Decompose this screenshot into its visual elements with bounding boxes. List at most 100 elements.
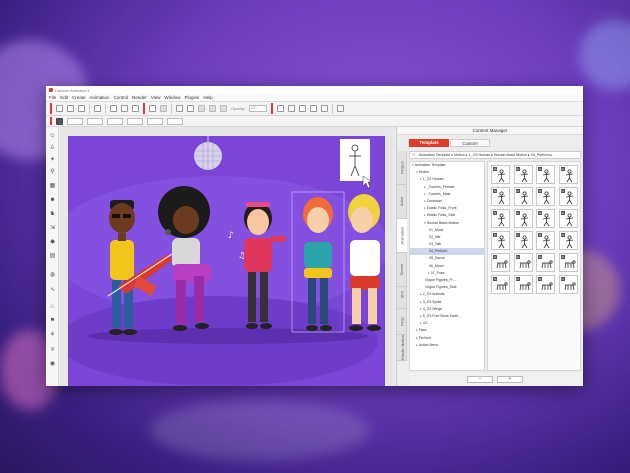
stage-canvas[interactable]: ♪ ♫	[68, 136, 385, 386]
menu-create[interactable]: Create	[72, 95, 86, 100]
pose-tool-icon[interactable]: ⚘	[49, 332, 56, 339]
transform-tool-icon[interactable]: ⇲	[49, 225, 56, 232]
tree-item[interactable]: 05_Dance	[410, 255, 484, 262]
motion-thumbnail[interactable]: G	[536, 187, 555, 206]
motion-thumbnail[interactable]: G	[558, 253, 578, 272]
rotation-field[interactable]	[107, 117, 123, 125]
collapsed-arrow-icon[interactable]: ▸	[416, 343, 418, 347]
collapsed-arrow-icon[interactable]: ▸	[420, 292, 422, 296]
remove-button[interactable]: −	[467, 376, 493, 383]
layer-tool-icon[interactable]: ▤	[49, 253, 56, 260]
new-project-icon[interactable]	[56, 105, 63, 112]
unlink-icon[interactable]	[209, 105, 216, 112]
motion-thumbnail[interactable]: G	[491, 209, 510, 228]
side-tab-project[interactable]: Project	[397, 151, 407, 185]
view-icon[interactable]	[336, 105, 344, 112]
collapsed-arrow-icon[interactable]: ▸	[424, 192, 426, 196]
motion-thumbnail[interactable]: G	[491, 275, 510, 294]
actor-tool-icon[interactable]: ☺	[49, 133, 56, 140]
tree-item[interactable]: ▾Animation Template	[410, 162, 484, 169]
motion-thumbnail[interactable]: G	[558, 187, 578, 206]
side-tab-prop[interactable]: Prop	[397, 309, 407, 335]
tree-item[interactable]: ▸_Toonies_Male	[410, 191, 484, 198]
collapsed-arrow-icon[interactable]: ▸	[420, 307, 422, 311]
tree-item[interactable]: ▸5_G3 Free Bone Earth...	[410, 313, 484, 320]
scale-x-field[interactable]	[127, 117, 143, 125]
depth-field[interactable]	[167, 117, 183, 125]
tree-item[interactable]: ▾1_G3 Human	[410, 176, 484, 183]
render-tool-icon[interactable]: ◉	[49, 361, 56, 368]
timeline-tool-icon[interactable]: ▦	[49, 183, 56, 190]
tab-template[interactable]: Template	[409, 139, 449, 147]
menu-file[interactable]: File	[49, 95, 56, 100]
expanded-arrow-icon[interactable]: ▾	[424, 221, 426, 225]
menu-window[interactable]: Window	[165, 95, 181, 100]
tree-item[interactable]: ▸2_G3 Animals	[410, 291, 484, 298]
side-tab-actor[interactable]: Actor	[397, 185, 407, 219]
import-icon[interactable]	[94, 105, 101, 112]
reset-icon[interactable]	[309, 105, 317, 112]
puppet-tool-icon[interactable]: ♞	[49, 211, 56, 218]
tree-item[interactable]: ▸Face	[410, 327, 484, 334]
expanded-arrow-icon[interactable]: ▾	[420, 177, 422, 181]
sprite-tool-icon[interactable]: ✦	[49, 157, 56, 164]
menu-control[interactable]: Control	[114, 95, 129, 100]
tree-item[interactable]: ▸Elastic Folks_Side	[410, 212, 484, 219]
select-icon[interactable]	[176, 105, 183, 112]
motion-thumbnail[interactable]: G	[536, 165, 555, 184]
menu-render[interactable]: Render	[132, 95, 147, 100]
tree-item[interactable]: 06_Mood	[410, 263, 484, 270]
motion-thumbnail[interactable]: G	[513, 253, 533, 272]
motion-tool-icon[interactable]: ♙	[49, 145, 56, 152]
morph-tool-icon[interactable]: ⌾	[49, 347, 56, 354]
collapsed-arrow-icon[interactable]: ▸	[424, 213, 426, 217]
tree-item[interactable]: ▸_Toonies_Female	[410, 184, 484, 191]
tree-item[interactable]: ▾Motion	[410, 169, 484, 176]
tree-item[interactable]: ▸Caveman	[410, 198, 484, 205]
opacity-field[interactable]: 100	[248, 105, 267, 112]
content-path-bar[interactable]: ⟲ Animation Template ▸ Motion ▸ 1_G3 Hum…	[409, 151, 581, 159]
tree-item[interactable]: Vogue Figures_Fr...	[410, 277, 484, 284]
collapsed-arrow-icon[interactable]: ▸	[420, 300, 422, 304]
pen-icon[interactable]	[220, 105, 227, 112]
motion-thumbnail[interactable]: G	[491, 231, 510, 250]
tree-item[interactable]: Vogue Figures_Side	[410, 284, 484, 291]
menu-view[interactable]: View	[151, 95, 161, 100]
motion-thumbnail[interactable]: G	[491, 253, 510, 272]
motion-thumbnail[interactable]: G	[513, 275, 533, 294]
motion-thumbnail[interactable]: G	[558, 165, 578, 184]
side-tab-animation[interactable]: Animation	[397, 219, 407, 253]
tree-item[interactable]: ▸Action Menu	[410, 342, 484, 349]
scale-y-field[interactable]	[147, 117, 163, 125]
collapsed-arrow-icon[interactable]: ▸	[424, 206, 426, 210]
walk-tool-icon[interactable]: ♘	[49, 304, 56, 311]
tree-item[interactable]: ▸G2	[410, 320, 484, 327]
position-x-field[interactable]	[67, 117, 83, 125]
motion-thumbnail[interactable]: G	[513, 231, 533, 250]
keyframe-tool-icon[interactable]: ◆	[49, 239, 56, 246]
expanded-arrow-icon[interactable]: ▾	[412, 163, 414, 167]
side-tab-sfx[interactable]: SFX	[397, 281, 407, 309]
stage-mode-icon[interactable]	[110, 105, 117, 112]
menu-edit[interactable]: Edit	[60, 95, 68, 100]
motion-thumbnail[interactable]: G	[513, 165, 533, 184]
tree-item[interactable]: 02_Idle	[410, 234, 484, 241]
tab-custom[interactable]: Custom	[450, 139, 490, 147]
tree-item[interactable]: 03_Talk	[410, 241, 484, 248]
motion-thumbnail[interactable]: G	[558, 231, 578, 250]
add-button[interactable]: +	[497, 376, 523, 383]
motion-thumbnail[interactable]: G	[513, 187, 533, 206]
tree-item[interactable]: ▾Human Basic Motion	[410, 220, 484, 227]
motion-thumbnail[interactable]: G	[536, 231, 555, 250]
tree-item[interactable]: ▸Elastic Folks_Front	[410, 205, 484, 212]
menu-plugins[interactable]: Plugins	[185, 95, 200, 100]
open-project-icon[interactable]	[67, 105, 74, 112]
collapsed-arrow-icon[interactable]: ▸	[416, 336, 418, 340]
menu-help[interactable]: Help	[203, 95, 212, 100]
motion-thumbnail[interactable]: G	[491, 165, 510, 184]
bone-tool-icon[interactable]: ⚲	[49, 169, 56, 176]
menu-animation[interactable]: Animation	[90, 95, 110, 100]
side-tab-elastic-motion[interactable]: Elastic Motion	[397, 335, 407, 361]
collapsed-arrow-icon[interactable]: ▸	[420, 321, 422, 325]
motion-thumbnail[interactable]: G	[536, 253, 555, 272]
